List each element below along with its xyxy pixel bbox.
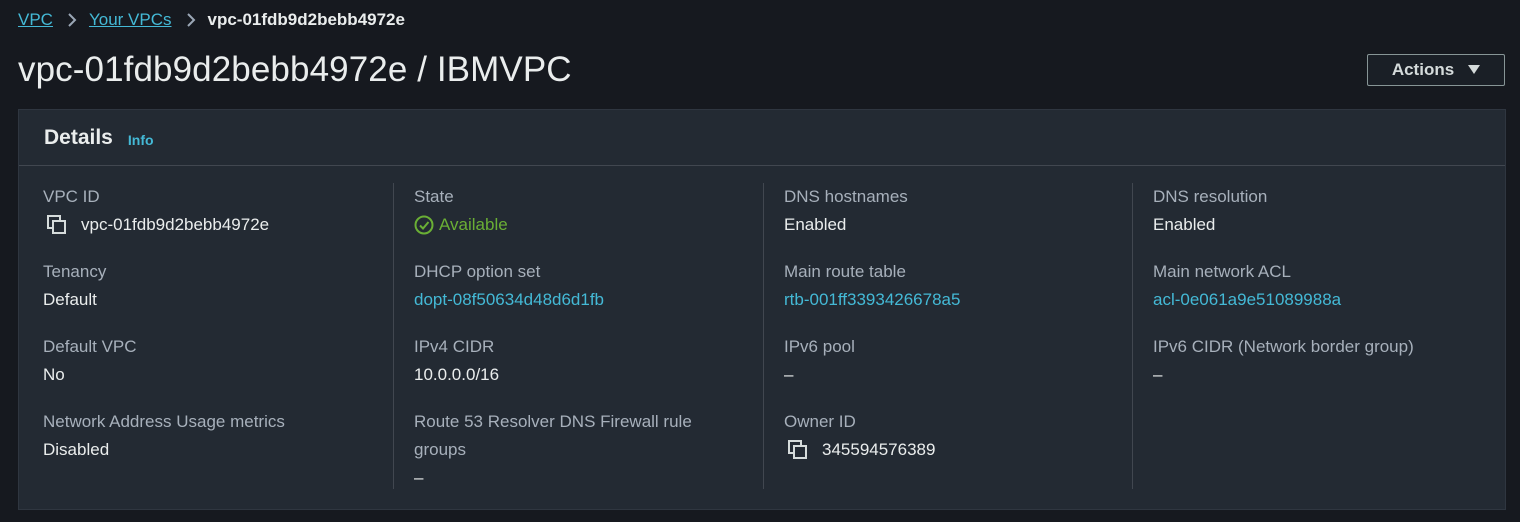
- field-dhcp-option-set: DHCP option set dopt-08f50634d48d6d1fb: [414, 258, 754, 314]
- vpc-details-page: VPC Your VPCs vpc-01fdb9d2bebb4972e vpc-…: [0, 0, 1520, 522]
- chevron-right-icon: [67, 13, 77, 27]
- field-label: Network Address Usage metrics: [43, 412, 285, 431]
- field-label: DNS resolution: [1153, 187, 1268, 206]
- actions-button-label: Actions: [1391, 60, 1455, 79]
- details-column-3: DNS hostnames Enabled Main route table r…: [763, 183, 1134, 489]
- field-value-row: 345594576389: [784, 436, 1124, 464]
- state-value: Available: [439, 215, 508, 234]
- field-label: Main network ACL: [1153, 262, 1291, 281]
- ipv4-cidr-value: 10.0.0.0/16: [414, 365, 500, 384]
- dns-hostnames-value: Enabled: [784, 215, 847, 234]
- ipv6-cidr-value: –: [1153, 365, 1163, 384]
- main-route-table-link[interactable]: rtb-001ff3393426678a5: [784, 286, 1124, 314]
- field-vpc-id: VPC ID vpc-01fdb9d2bebb4972e: [43, 183, 383, 239]
- details-columns: VPC ID vpc-01fdb9d2bebb4972e Tenancy Def…: [19, 167, 1505, 509]
- field-value-row: Available: [414, 211, 754, 239]
- field-dns-hostnames: DNS hostnames Enabled: [784, 183, 1124, 239]
- caret-down-icon: [1468, 65, 1481, 75]
- default-vpc-value: No: [43, 365, 65, 384]
- field-main-network-acl: Main network ACL acl-0e061a9e51089988a: [1153, 258, 1493, 314]
- field-network-address-usage: Network Address Usage metrics Disabled: [43, 408, 383, 464]
- field-ipv6-pool: IPv6 pool –: [784, 333, 1124, 389]
- chevron-right-icon: [186, 13, 196, 27]
- field-label: Main route table: [784, 262, 906, 281]
- field-label: Tenancy: [43, 262, 107, 281]
- field-dns-resolution: DNS resolution Enabled: [1153, 183, 1493, 239]
- details-panel-header: Details Info: [19, 110, 1505, 166]
- actions-button[interactable]: Actions: [1367, 54, 1505, 86]
- main-network-acl-link[interactable]: acl-0e061a9e51089988a: [1153, 286, 1493, 314]
- breadcrumb-vpc-link[interactable]: VPC: [18, 10, 53, 30]
- ipv6-pool-value: –: [784, 365, 794, 384]
- field-label: Default VPC: [43, 337, 137, 356]
- details-column-1: VPC ID vpc-01fdb9d2bebb4972e Tenancy Def…: [43, 183, 393, 489]
- dns-resolution-value: Enabled: [1153, 215, 1216, 234]
- field-label: IPv4 CIDR: [414, 337, 495, 356]
- details-panel: Details Info VPC ID vpc-01fdb9d2bebb4972…: [18, 109, 1506, 510]
- field-label: State: [414, 187, 454, 206]
- field-label: IPv6 CIDR (Network border group): [1153, 337, 1414, 356]
- page-title: vpc-01fdb9d2bebb4972e / IBMVPC: [18, 50, 572, 89]
- check-circle-icon: [414, 215, 434, 235]
- field-label: VPC ID: [43, 187, 100, 206]
- dhcp-option-set-link[interactable]: dopt-08f50634d48d6d1fb: [414, 286, 754, 314]
- field-tenancy: Tenancy Default: [43, 258, 383, 314]
- field-label: DHCP option set: [414, 262, 541, 281]
- route53-resolver-value: –: [414, 468, 424, 487]
- details-column-2: State Available DHCP option set dopt-08f…: [393, 183, 764, 489]
- breadcrumb-your-vpcs-link[interactable]: Your VPCs: [89, 10, 172, 30]
- field-label: Owner ID: [784, 412, 856, 431]
- copy-icon[interactable]: [788, 440, 808, 460]
- details-panel-title: Details: [44, 125, 113, 149]
- field-label: IPv6 pool: [784, 337, 855, 356]
- field-state: State Available: [414, 183, 754, 239]
- vpc-id-value: vpc-01fdb9d2bebb4972e: [81, 215, 270, 234]
- field-value-row: vpc-01fdb9d2bebb4972e: [43, 211, 383, 239]
- breadcrumb-current: vpc-01fdb9d2bebb4972e: [207, 10, 405, 29]
- tenancy-value: Default: [43, 290, 97, 309]
- owner-id-value: 345594576389: [822, 440, 936, 459]
- details-column-4: DNS resolution Enabled Main network ACL …: [1132, 183, 1503, 489]
- field-main-route-table: Main route table rtb-001ff3393426678a5: [784, 258, 1124, 314]
- field-label: Route 53 Resolver DNS Firewall rule grou…: [414, 412, 692, 459]
- field-default-vpc: Default VPC No: [43, 333, 383, 389]
- network-address-usage-value: Disabled: [43, 440, 110, 459]
- breadcrumb: VPC Your VPCs vpc-01fdb9d2bebb4972e: [18, 8, 405, 32]
- copy-icon[interactable]: [47, 215, 67, 235]
- field-route53-resolver: Route 53 Resolver DNS Firewall rule grou…: [414, 408, 724, 492]
- field-ipv6-cidr: IPv6 CIDR (Network border group) –: [1153, 333, 1493, 389]
- field-ipv4-cidr: IPv4 CIDR 10.0.0.0/16: [414, 333, 754, 389]
- info-link[interactable]: Info: [128, 132, 154, 148]
- field-label: DNS hostnames: [784, 187, 908, 206]
- field-owner-id: Owner ID 345594576389: [784, 408, 1124, 464]
